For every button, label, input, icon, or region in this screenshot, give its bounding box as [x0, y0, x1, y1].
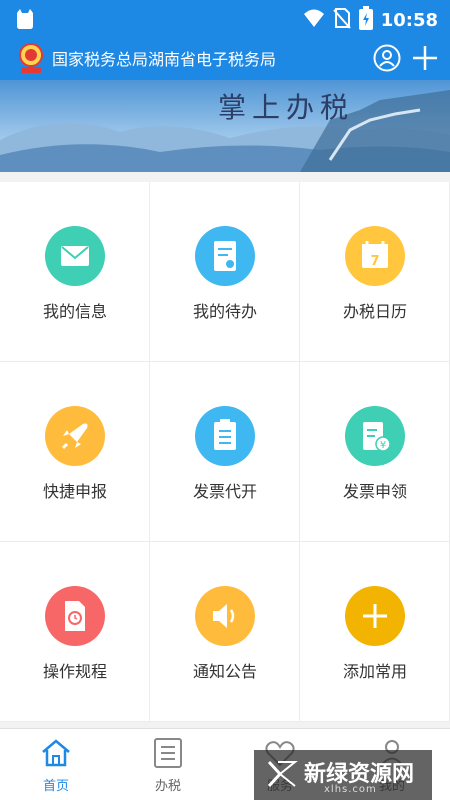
plus-icon[interactable] — [410, 43, 440, 73]
grid-item-add-common[interactable]: 添加常用 — [300, 542, 450, 722]
clock: 10:58 — [380, 9, 438, 31]
grid-item-my-todo[interactable]: 我的待办 — [150, 182, 300, 362]
invoice-yen-icon: ¥ — [345, 406, 405, 466]
emblem-icon — [16, 42, 46, 74]
svg-text:7: 7 — [370, 254, 379, 269]
tab-home[interactable]: 首页 — [0, 729, 112, 800]
no-sim-icon — [332, 7, 351, 33]
envelope-icon — [45, 226, 105, 286]
grid-item-invoice-issue[interactable]: 发票代开 — [150, 362, 300, 542]
watermark: 新绿资源网 xlhs.com — [254, 750, 432, 800]
grid-item-notices[interactable]: 通知公告 — [150, 542, 300, 722]
calendar-icon: 7 — [345, 226, 405, 286]
status-bar: 10:58 — [0, 0, 450, 36]
grid-item-label: 快捷申报 — [42, 482, 107, 501]
tab-label: 办税 — [154, 779, 181, 794]
cat-icon — [14, 8, 36, 34]
user-icon[interactable] — [372, 43, 402, 73]
grid-item-label: 我的信息 — [42, 302, 107, 321]
grid-item-my-info[interactable]: 我的信息 — [0, 182, 150, 362]
plus-icon — [345, 586, 405, 646]
watermark-sub: xlhs.com — [324, 784, 377, 795]
checklist-icon — [195, 406, 255, 466]
speaker-icon — [195, 586, 255, 646]
list-icon — [152, 737, 184, 769]
watermark-logo-icon — [266, 758, 298, 794]
grid-item-label: 发票申领 — [342, 482, 407, 501]
grid-item-quick-declare[interactable]: 快捷申报 — [0, 362, 150, 542]
grid-item-label: 通知公告 — [192, 662, 257, 681]
grid-item-label: 操作规程 — [42, 662, 107, 681]
grid-item-label: 发票代开 — [192, 482, 257, 501]
home-icon — [40, 737, 72, 769]
app-header: 国家税务总局湖南省电子税务局 — [0, 36, 450, 80]
svg-text:¥: ¥ — [380, 440, 386, 451]
tab-tax[interactable]: 办税 — [112, 729, 224, 800]
grid-item-procedures[interactable]: 操作规程 — [0, 542, 150, 722]
wifi-icon — [303, 8, 325, 32]
banner-slogan: 掌上办税 — [218, 91, 355, 124]
function-grid: 我的信息 我的待办 7 办税日历 快捷申报 发票代开 ¥ 发票申领 操作规程 通… — [0, 182, 450, 722]
banner[interactable]: 掌上办税 — [0, 80, 450, 172]
battery-icon — [358, 6, 373, 34]
page-title: 国家税务总局湖南省电子税务局 — [52, 50, 277, 69]
tab-label: 首页 — [42, 779, 69, 794]
grid-item-label: 办税日历 — [342, 302, 407, 321]
document-edit-icon — [195, 226, 255, 286]
rules-document-icon — [45, 586, 105, 646]
grid-item-label: 我的待办 — [192, 302, 257, 321]
grid-item-tax-calendar[interactable]: 7 办税日历 — [300, 182, 450, 362]
grid-item-label: 添加常用 — [342, 662, 407, 681]
rocket-icon — [45, 406, 105, 466]
grid-item-invoice-apply[interactable]: ¥ 发票申领 — [300, 362, 450, 542]
